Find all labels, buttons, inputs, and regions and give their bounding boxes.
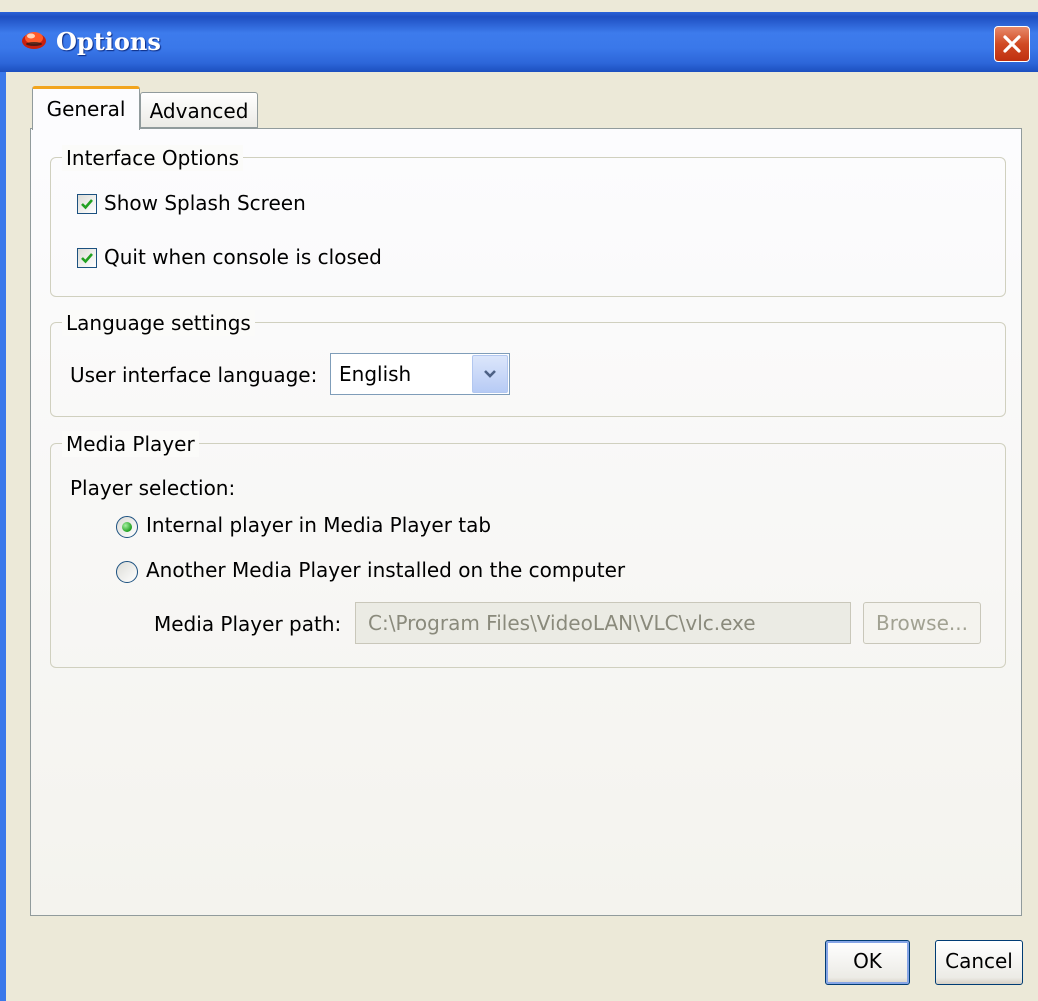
show-splash-label[interactable]: Show Splash Screen: [104, 191, 306, 215]
tab-advanced-label: Advanced: [149, 99, 249, 123]
checkmark-icon: [81, 199, 93, 210]
radio-selected-dot: [122, 522, 132, 532]
media-player-path-input[interactable]: C:\Program Files\VideoLAN\VLC\vlc.exe: [355, 602, 851, 644]
player-selection-label: Player selection:: [70, 476, 236, 500]
language-select-value: English: [339, 362, 412, 386]
tab-general[interactable]: General: [32, 86, 140, 130]
language-select[interactable]: English: [330, 353, 510, 395]
options-dialog: Options General Advanced Interface Optio…: [0, 0, 1038, 1001]
window-frame-left: [0, 72, 6, 1001]
external-player-label[interactable]: Another Media Player installed on the co…: [146, 558, 625, 582]
close-button[interactable]: [994, 26, 1030, 62]
internal-player-radio[interactable]: [116, 516, 138, 538]
tab-general-label: General: [46, 97, 126, 121]
window-title: Options: [56, 27, 161, 56]
ui-language-label: User interface language:: [70, 363, 318, 387]
interface-options-group: [50, 157, 1006, 297]
language-settings-title: Language settings: [62, 310, 255, 336]
close-icon: [1003, 35, 1021, 53]
quit-on-close-label[interactable]: Quit when console is closed: [104, 245, 382, 269]
quit-on-close-checkbox[interactable]: [77, 248, 97, 268]
app-logo-icon: [20, 25, 48, 53]
chevron-down-icon: [484, 370, 496, 378]
tab-advanced[interactable]: Advanced: [140, 92, 258, 128]
browse-button[interactable]: Browse...: [863, 602, 981, 644]
language-dropdown-button[interactable]: [472, 355, 508, 393]
cancel-button[interactable]: Cancel: [935, 940, 1023, 985]
external-player-radio[interactable]: [116, 561, 138, 583]
show-splash-checkbox[interactable]: [77, 194, 97, 214]
media-player-path-label: Media Player path:: [154, 612, 342, 636]
title-bar[interactable]: Options: [0, 12, 1038, 72]
interface-options-title: Interface Options: [62, 145, 244, 171]
ok-button[interactable]: OK: [825, 940, 910, 985]
media-player-title: Media Player: [62, 431, 199, 457]
checkmark-icon: [81, 253, 93, 264]
internal-player-label[interactable]: Internal player in Media Player tab: [146, 513, 491, 537]
